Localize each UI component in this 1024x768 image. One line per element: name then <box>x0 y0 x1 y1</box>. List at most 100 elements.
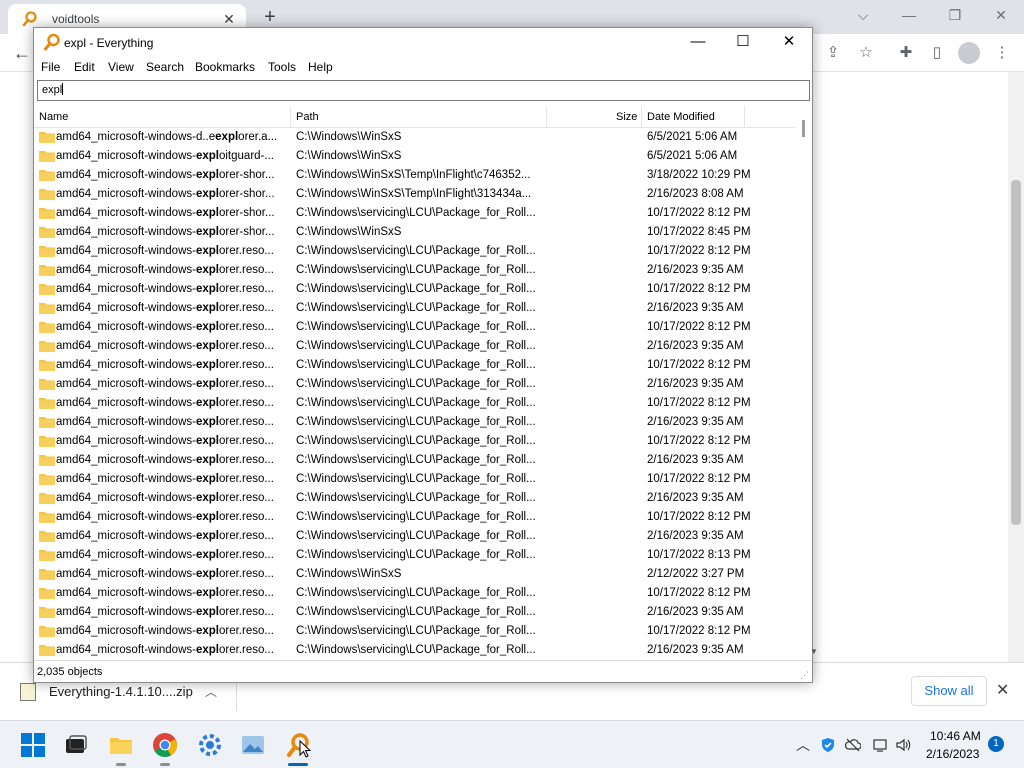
menu-view[interactable]: View <box>108 60 134 74</box>
close-button[interactable]: ✕ <box>766 28 812 58</box>
maximize-button[interactable]: ☐ <box>720 28 766 58</box>
column-divider[interactable] <box>546 106 547 128</box>
name-prefix: amd64_microsoft-windows- <box>56 416 196 428</box>
result-path: C:\Windows\servicing\LCU\Package_for_Rol… <box>296 283 536 295</box>
result-row[interactable]: amd64_microsoft-windows-explorer.reso...… <box>34 527 796 546</box>
resize-grip-icon[interactable]: ⋰ <box>800 670 809 681</box>
settings-icon[interactable] <box>196 731 224 759</box>
name-match-highlight: expl <box>195 568 219 580</box>
network-icon[interactable] <box>872 737 888 753</box>
result-row[interactable]: amd64_microsoft-windows-explorer.reso...… <box>34 584 796 603</box>
result-path: C:\Windows\WinSxS <box>296 568 402 580</box>
column-path-header[interactable]: Path <box>291 106 319 128</box>
name-suffix: orer.reso... <box>218 606 274 618</box>
browser-close-button[interactable]: ✕ <box>986 4 1016 26</box>
result-row[interactable]: amd64_microsoft-windows-explorer-shor...… <box>34 166 796 185</box>
result-row[interactable]: amd64_microsoft-windows-explorer-shor...… <box>34 223 796 242</box>
result-row[interactable]: amd64_microsoft-windows-explorer.reso...… <box>34 413 796 432</box>
result-row[interactable]: amd64_microsoft-windows-explorer.reso...… <box>34 489 796 508</box>
scroll-down-arrow-icon[interactable]: ▼ <box>810 647 818 656</box>
title-bar: expl - Everything — ☐ ✕ <box>34 28 812 58</box>
tab-search-icon[interactable]: ⌵ <box>848 4 878 26</box>
start-icon[interactable] <box>19 731 47 759</box>
status-bar: 2,035 objects ⋰ <box>34 660 812 682</box>
result-row[interactable]: amd64_microsoft-windows-explorer.reso...… <box>34 242 796 261</box>
result-row[interactable]: amd64_microsoft-windows-explorer.reso...… <box>34 394 796 413</box>
profile-avatar[interactable] <box>958 42 980 64</box>
share-icon[interactable]: ⇪ <box>822 42 844 64</box>
menu-edit[interactable]: Edit <box>74 60 95 74</box>
result-row[interactable]: amd64_microsoft-windows-explorer.reso...… <box>34 603 796 622</box>
result-row[interactable]: amd64_microsoft-windows-exploitguard-...… <box>34 147 796 166</box>
menu-file[interactable]: File <box>41 60 60 74</box>
clock-date[interactable]: 2/16/2023 <box>926 747 979 761</box>
result-row[interactable]: amd64_microsoft-windows-explorer.reso...… <box>34 261 796 280</box>
result-row[interactable]: amd64_microsoft-windows-explorer.reso...… <box>34 375 796 394</box>
result-row[interactable]: amd64_microsoft-windows-explorer.reso...… <box>34 356 796 375</box>
result-row[interactable]: amd64_microsoft-windows-explorer.reso...… <box>34 280 796 299</box>
name-suffix: orer.reso... <box>218 245 274 257</box>
column-name-header[interactable]: Name <box>34 106 68 128</box>
result-row[interactable]: amd64_microsoft-windows-explorer.reso...… <box>34 451 796 470</box>
menu-search[interactable]: Search <box>146 60 184 74</box>
photos-icon[interactable] <box>239 731 267 759</box>
menu-tools[interactable]: Tools <box>268 60 296 74</box>
menu-bookmarks[interactable]: Bookmarks <box>195 60 255 74</box>
extensions-icon[interactable]: ✚ <box>895 42 917 64</box>
result-row[interactable]: amd64_microsoft-windows-d..eexplorer.a..… <box>34 128 796 147</box>
result-row[interactable]: amd64_microsoft-windows-explorer.reso...… <box>34 546 796 565</box>
result-row[interactable]: amd64_microsoft-windows-explorer.reso...… <box>34 318 796 337</box>
volume-icon[interactable] <box>895 737 911 753</box>
result-row[interactable]: amd64_microsoft-windows-explorer.reso...… <box>34 641 796 658</box>
file-explorer-icon[interactable] <box>107 731 135 759</box>
search-input[interactable]: expl <box>37 80 810 101</box>
result-row[interactable]: amd64_microsoft-windows-explorer.reso...… <box>34 470 796 489</box>
side-panel-icon[interactable]: ▯ <box>926 42 948 64</box>
everything-favicon-icon <box>22 11 37 27</box>
minimize-button[interactable]: — <box>675 28 721 58</box>
name-match-highlight: expl <box>195 473 219 485</box>
back-arrow-icon[interactable]: ← <box>10 42 34 64</box>
result-row[interactable]: amd64_microsoft-windows-explorer-shor...… <box>34 204 796 223</box>
result-name: amd64_microsoft-windows-explorer.reso... <box>56 261 289 280</box>
column-divider[interactable] <box>744 106 745 128</box>
task-view-icon[interactable] <box>62 731 90 759</box>
tray-chevron-icon[interactable]: ︿ <box>796 735 810 755</box>
result-row[interactable]: amd64_microsoft-windows-explorer-shor...… <box>34 185 796 204</box>
page-scrollbar-thumb[interactable] <box>1011 180 1021 525</box>
results-scrollbar[interactable] <box>796 106 812 658</box>
name-suffix: orer.reso... <box>218 397 274 409</box>
column-date-header[interactable]: Date Modified <box>642 106 715 128</box>
browser-menu-icon[interactable]: ⋮ <box>991 42 1013 64</box>
windows-security-icon[interactable] <box>820 737 836 753</box>
onedrive-icon[interactable] <box>845 737 861 753</box>
result-row[interactable]: amd64_microsoft-windows-explorer.reso...… <box>34 622 796 641</box>
clock-time[interactable]: 10:46 AM <box>930 729 981 743</box>
result-row[interactable]: amd64_microsoft-windows-explorer.reso...… <box>34 432 796 451</box>
result-path: C:\Windows\servicing\LCU\Package_for_Rol… <box>296 549 536 561</box>
result-path: C:\Windows\servicing\LCU\Package_for_Rol… <box>296 340 536 352</box>
result-row[interactable]: amd64_microsoft-windows-explorer.reso...… <box>34 565 796 584</box>
results-scrollbar-thumb[interactable] <box>802 120 805 137</box>
menu-help[interactable]: Help <box>308 60 333 74</box>
browser-restore-button[interactable]: ❐ <box>940 4 970 26</box>
result-row[interactable]: amd64_microsoft-windows-explorer.reso...… <box>34 508 796 527</box>
result-row[interactable]: amd64_microsoft-windows-explorer.reso...… <box>34 299 796 318</box>
download-file-name[interactable]: Everything-1.4.1.10....zip <box>49 684 193 699</box>
result-date: 6/5/2021 5:06 AM <box>647 131 738 143</box>
tab-close-icon[interactable]: ✕ <box>220 10 238 28</box>
download-bar-close-icon[interactable]: ✕ <box>996 680 1009 700</box>
result-path: C:\Windows\WinSxS <box>296 226 402 238</box>
new-tab-button[interactable]: + <box>259 6 281 28</box>
result-row[interactable]: amd64_microsoft-windows-explorer.reso...… <box>34 337 796 356</box>
bookmark-star-icon[interactable]: ☆ <box>855 42 877 64</box>
result-date: 2/16/2023 8:08 AM <box>647 188 744 200</box>
result-name: amd64_microsoft-windows-explorer.reso... <box>56 394 289 413</box>
chrome-icon[interactable] <box>151 731 179 759</box>
chevron-up-icon[interactable]: ︿ <box>205 683 217 700</box>
result-path: C:\Windows\servicing\LCU\Package_for_Rol… <box>296 416 536 428</box>
browser-minimize-button[interactable]: — <box>894 4 924 26</box>
show-all-button[interactable]: Show all <box>911 676 987 706</box>
notification-badge[interactable]: 1 <box>988 736 1004 752</box>
column-size-header[interactable]: Size <box>611 106 637 128</box>
